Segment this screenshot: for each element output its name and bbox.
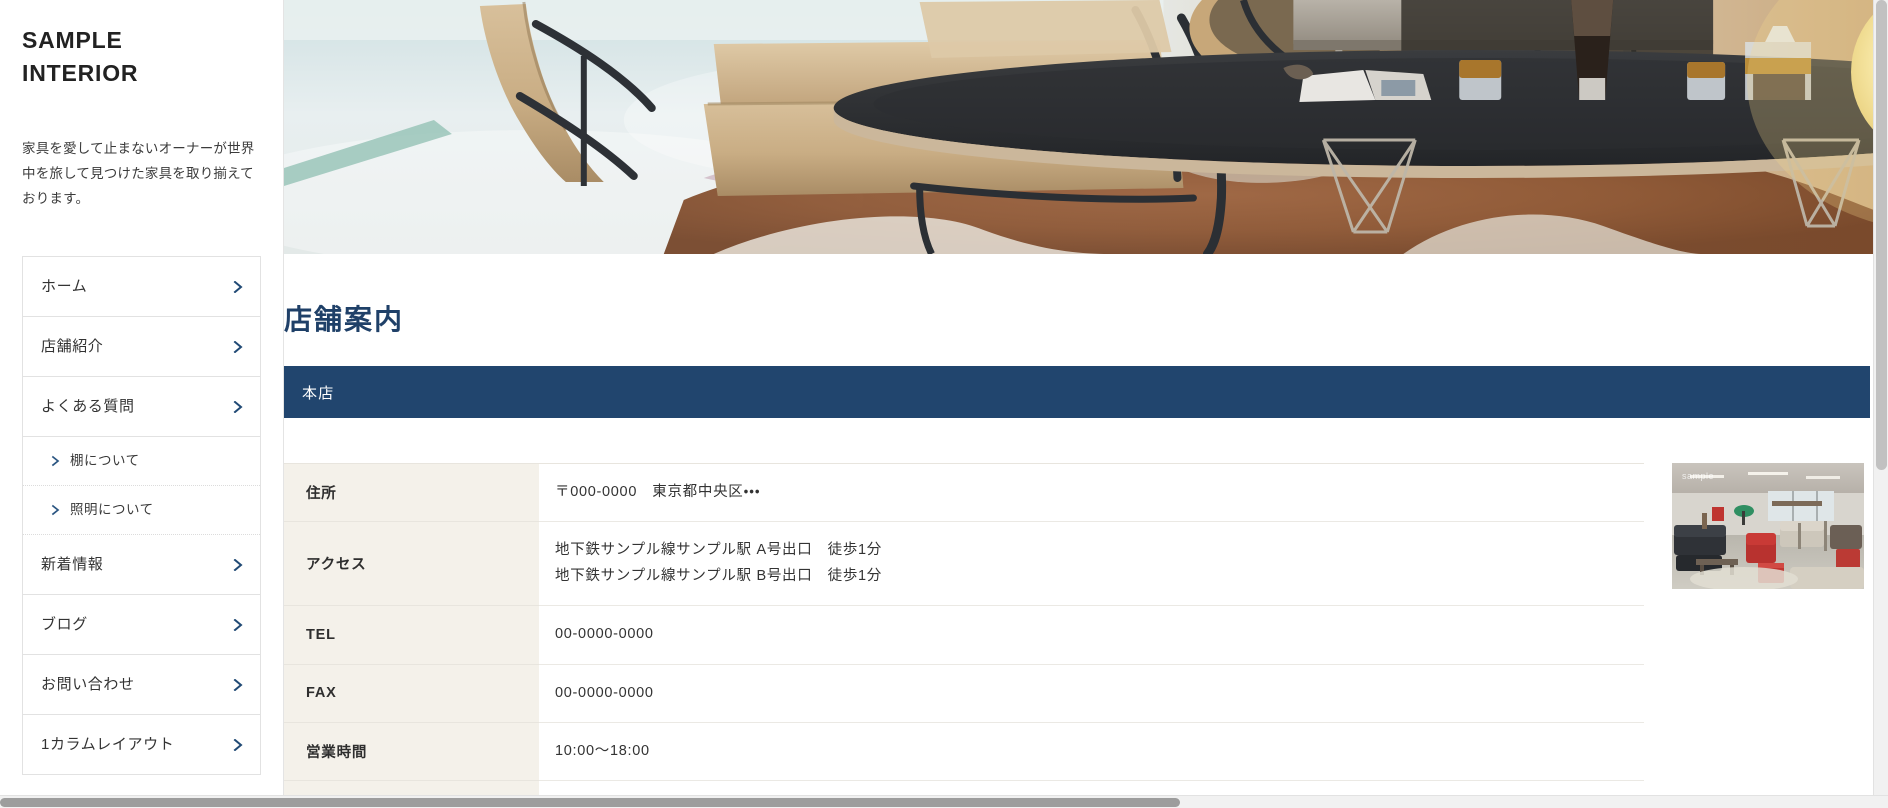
sidebar-item-blog[interactable]: ブログ (23, 595, 260, 656)
table-cell-line: 10:00〜18:00 (555, 742, 650, 759)
chevron-right-icon (232, 738, 244, 751)
table-row: FAX 00-0000-0000 (284, 664, 1644, 723)
table-row: TEL 00-0000-0000 (284, 605, 1644, 665)
vertical-scrollbar-thumb[interactable] (1876, 0, 1887, 470)
sidebar-item-label: 新着情報 (41, 556, 104, 574)
sidebar-item-label: 照明について (70, 502, 154, 518)
horizontal-scrollbar[interactable] (0, 795, 1888, 808)
table-row: アクセス 地下鉄サンプル線サンプル駅 A号出口 徒歩1分 地下鉄サンプル線サンプ… (284, 521, 1644, 607)
vertical-scrollbar[interactable] (1873, 0, 1888, 808)
store-thumbnail-wrapper: sample (1672, 463, 1864, 589)
sidebar-item-one-column-layout[interactable]: 1カラムレイアウト (23, 715, 260, 776)
table-row-value: 00-0000-0000 (539, 605, 1644, 665)
sidebar-item-label: よくある質問 (41, 398, 135, 416)
sidebar-item-label: お問い合わせ (41, 676, 135, 694)
sidebar-item-contact[interactable]: お問い合わせ (23, 655, 260, 716)
page-title: 店舗案内 (284, 304, 405, 335)
sidebar-item-faq[interactable]: よくある質問 (23, 377, 260, 438)
table-row-value: 地下鉄サンプル線サンプル駅 A号出口 徒歩1分 地下鉄サンプル線サンプル駅 B号… (539, 521, 1644, 607)
sidebar-item-label: ホーム (41, 278, 88, 296)
table-row-header: アクセス (284, 521, 539, 607)
thumbnail-watermark: sample (1682, 471, 1715, 481)
sidebar-item-label: 店舗紹介 (41, 338, 104, 356)
sidebar-subitem-shelves[interactable]: 棚について (23, 437, 260, 487)
chevron-right-icon (232, 340, 244, 353)
chevron-right-icon (232, 280, 244, 293)
table-row-header: TEL (284, 605, 539, 665)
chevron-right-icon (232, 618, 244, 631)
sidebar-nav: ホーム 店舗紹介 よくある質問 棚について 照明について 新着情報 ブログ お問… (22, 256, 261, 776)
table-cell-line: 〒000-0000 東京都中央区・・・ (555, 484, 761, 500)
chevron-right-icon (232, 678, 244, 691)
table-row-value: 10:00〜18:00 (539, 722, 1644, 782)
hero-canvas (284, 0, 1888, 254)
site-title: SAMPLE INTERIOR (22, 27, 139, 86)
sidebar-subitem-lighting[interactable]: 照明について (23, 486, 260, 536)
chevron-right-icon (51, 504, 60, 516)
main-content: 店舗案内 本店 住所 〒000-0000 東京都中央区・・・ アクセス 地下鉄サ… (283, 0, 1888, 808)
table-cell-line: 地下鉄サンプル線サンプル駅 B号出口 徒歩1分 (555, 567, 882, 584)
table-row-header: 営業時間 (284, 722, 539, 782)
table-row-value: 00-0000-0000 (539, 664, 1644, 723)
table-cell-line: 00-0000-0000 (555, 626, 654, 643)
sidebar: SAMPLE INTERIOR 家具を愛して止まないオーナーが世界中を旅して見つ… (0, 0, 283, 808)
chevron-right-icon (51, 455, 60, 467)
table-cell-line: 00-0000-0000 (555, 684, 654, 701)
store-info-row: 住所 〒000-0000 東京都中央区・・・ アクセス 地下鉄サンプル線サンプル… (284, 463, 1888, 808)
chevron-right-icon (232, 400, 244, 413)
section-title: 本店 (302, 384, 335, 402)
sidebar-item-store-intro[interactable]: 店舗紹介 (23, 317, 260, 378)
hero-banner-image (284, 0, 1888, 254)
sidebar-item-label: ブログ (41, 616, 88, 634)
site-description: 家具を愛して止まないオーナーが世界中を旅して見つけた家具を取り揃えております。 (22, 141, 255, 207)
store-info-table: 住所 〒000-0000 東京都中央区・・・ アクセス 地下鉄サンプル線サンプル… (284, 463, 1644, 808)
sidebar-item-label: 1カラムレイアウト (41, 736, 175, 754)
sidebar-item-label: 棚について (70, 453, 140, 469)
table-row-header: 住所 (284, 463, 539, 523)
sidebar-item-home[interactable]: ホーム (23, 257, 260, 318)
table-row-header: FAX (284, 664, 539, 723)
chevron-right-icon (232, 558, 244, 571)
page-root: SAMPLE INTERIOR 家具を愛して止まないオーナーが世界中を旅して見つ… (0, 0, 1888, 808)
table-row: 住所 〒000-0000 東京都中央区・・・ (284, 463, 1644, 523)
horizontal-scrollbar-thumb[interactable] (0, 798, 1180, 807)
table-row: 営業時間 10:00〜18:00 (284, 722, 1644, 782)
table-row-value: 〒000-0000 東京都中央区・・・ (539, 463, 1644, 523)
section-header-bar: 本店 (284, 366, 1870, 418)
sidebar-item-news[interactable]: 新着情報 (23, 535, 260, 596)
store-thumbnail-image: sample (1672, 463, 1864, 589)
table-cell-line: 地下鉄サンプル線サンプル駅 A号出口 徒歩1分 (555, 542, 882, 559)
